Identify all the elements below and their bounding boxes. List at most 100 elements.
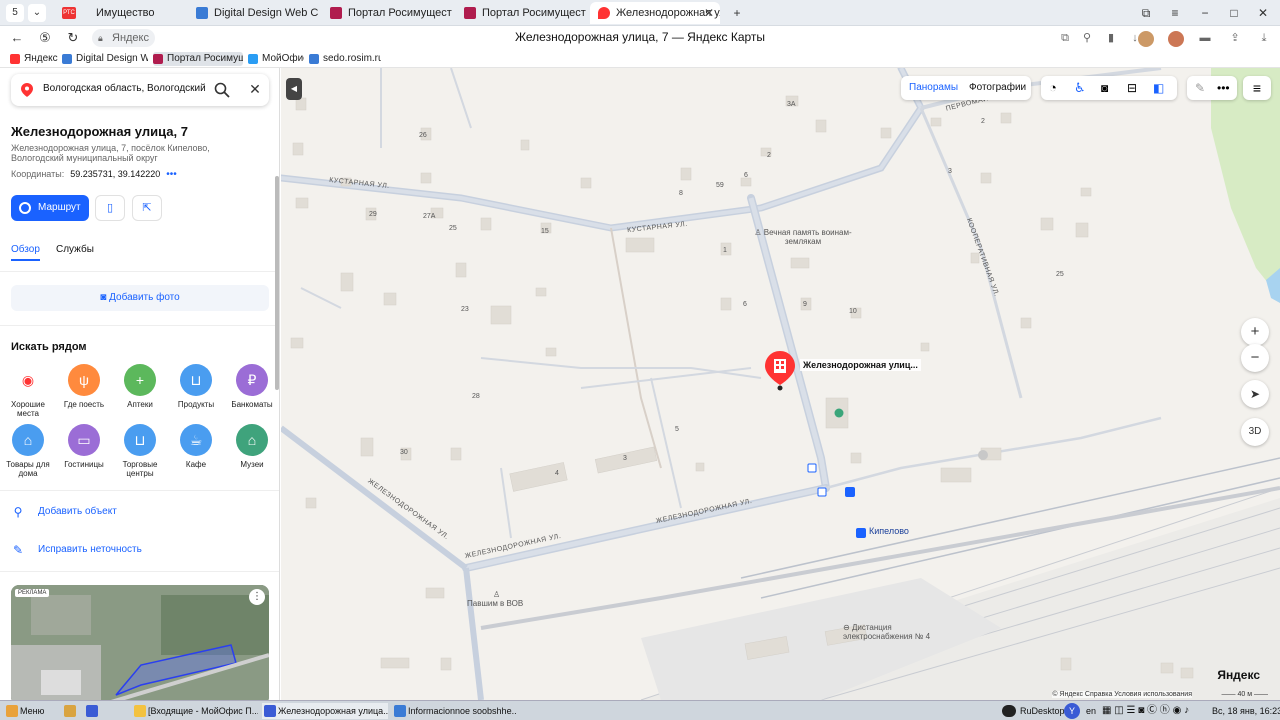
category-8[interactable]: ☕ Кафе: [170, 424, 222, 469]
mail-icon: [134, 705, 146, 717]
bookmark-myoffice[interactable]: МойОфис: [248, 52, 304, 66]
tab-label: Портал Росимущества: [482, 7, 586, 19]
new-tab-icon[interactable]: +: [728, 4, 746, 22]
share-place-button[interactable]: ⇱: [132, 195, 162, 221]
sidebar-scrollbar[interactable]: [275, 176, 279, 390]
translate-icon[interactable]: ⧉: [1058, 31, 1072, 45]
tab-imushchestvo[interactable]: РТС Имущество: [54, 2, 184, 24]
tab-portal-rosim-2[interactable]: Портал Росимущества: [456, 2, 586, 24]
house-number: 29: [369, 211, 377, 218]
category-1[interactable]: ψ Где поесть: [58, 364, 110, 409]
my-location-icon[interactable]: ➤: [1241, 380, 1269, 408]
category-2[interactable]: + Аптеки: [114, 364, 166, 409]
cap-icon[interactable]: ▬: [1198, 31, 1212, 45]
clock[interactable]: Вс, 18 янв, 16:23: [1212, 703, 1280, 719]
bookmark-sedo[interactable]: sedo.rosim.ru: [309, 52, 381, 66]
share-icon[interactable]: ⇪: [1228, 31, 1242, 45]
category-9[interactable]: ⌂ Музеи: [226, 424, 278, 469]
maximize-icon[interactable]: □: [1225, 4, 1243, 22]
category-icon: ⊔: [124, 424, 156, 456]
3d-button[interactable]: 3D: [1241, 418, 1269, 446]
tab-portal-rosim-1[interactable]: Портал Росимущества: [322, 2, 452, 24]
fallen-memorial-label[interactable]: ♙ Павшим в ВОВ: [467, 590, 523, 608]
extension-1-icon[interactable]: [1138, 31, 1154, 47]
ad-more-icon[interactable]: ⋮: [249, 589, 265, 605]
fix-error-link[interactable]: ✎ Исправить неточность: [11, 542, 142, 558]
house-number: 2: [981, 118, 985, 125]
bookmark-place-button[interactable]: ▯: [95, 195, 125, 221]
house-number: 23: [461, 306, 469, 313]
map-copyright[interactable]: © Яндекс Справка Условия использования: [1052, 691, 1192, 698]
browser-launcher-icon[interactable]: [84, 703, 104, 719]
collapse-sidebar-button[interactable]: ◀: [286, 78, 302, 100]
menu-icon[interactable]: ≡: [1166, 4, 1184, 22]
ad-banner[interactable]: РЕКЛАМА ⋮: [11, 585, 269, 700]
tab-counter[interactable]: 5: [6, 4, 24, 22]
main-menu-icon[interactable]: ≡: [1243, 76, 1271, 100]
task-browser[interactable]: Железнодорожная улица...: [262, 703, 388, 719]
house-number: 9: [803, 301, 807, 308]
coordinates: Координаты: 59.235731, 39.142220 •••: [11, 169, 177, 180]
traffic-icon[interactable]: ◔: [1049, 76, 1057, 100]
route-button[interactable]: Маршрут: [11, 195, 89, 221]
zoom-out-button[interactable]: −: [1241, 344, 1269, 372]
close-window-icon[interactable]: ✕: [1254, 4, 1272, 22]
search-box[interactable]: Вологодская область, Вологодский р ✕: [11, 74, 269, 106]
zoom-in-button[interactable]: +: [1241, 318, 1269, 346]
task-document[interactable]: Informacionnoe soobshhe...: [392, 703, 516, 719]
tab-services[interactable]: Службы: [56, 244, 94, 255]
map-canvas[interactable]: 3А 26 2 6 59 8 29 27А 25 15 1 6 9 10 3 25 23 28 5 30 4 3 2 КУС…: [281, 68, 1280, 700]
file-manager-icon[interactable]: [62, 703, 82, 719]
bookmark-digital-design[interactable]: Digital Design Web: [62, 52, 148, 66]
add-object-link[interactable]: ⚲ Добавить объект: [11, 504, 117, 520]
camera-icon[interactable]: ◙: [1101, 76, 1108, 100]
tabs-dropdown-icon[interactable]: ⌄: [28, 4, 46, 22]
rudesktop-tray[interactable]: RuDesktop: [1000, 703, 1066, 719]
substation-label[interactable]: ⊖ Дистанция электроснабжения № 4: [843, 623, 933, 641]
add-place-icon: ⚲: [13, 505, 23, 519]
photos-button[interactable]: Фотографии: [969, 76, 1026, 100]
yandex-tray-icon[interactable]: Y: [1064, 703, 1080, 719]
ruler-icon[interactable]: ✎: [1195, 76, 1205, 100]
selected-place-marker-icon[interactable]: [765, 351, 795, 385]
clear-search-icon[interactable]: ✕: [246, 81, 264, 99]
place-title: Железнодорожная улица, 7: [11, 124, 188, 139]
tab-overview[interactable]: Обзор: [11, 244, 40, 261]
category-6[interactable]: ▭ Гостиницы: [58, 424, 110, 469]
keyboard-lang[interactable]: en: [1086, 703, 1096, 719]
collections-icon[interactable]: ⧉: [1137, 4, 1155, 22]
category-7[interactable]: ⊔ Торговые центры: [114, 424, 166, 478]
marker-label[interactable]: Железнодорожная улиц...: [800, 359, 921, 371]
bookmark-rosim[interactable]: Портал Росимущ: [153, 52, 243, 66]
location-icon[interactable]: ⚲: [1080, 31, 1094, 45]
start-menu-button[interactable]: Меню: [4, 703, 60, 719]
extension-2-icon[interactable]: [1168, 31, 1184, 47]
search-input[interactable]: Вологодская область, Вологодский р: [43, 83, 207, 94]
tray-apps-icon[interactable]: ▦ ◫ ☰ ◙ Ⓒ ⓗ ◉ ♪: [1102, 703, 1189, 719]
category-3[interactable]: ⊔ Продукты: [170, 364, 222, 409]
layers-icon[interactable]: ◧: [1153, 76, 1164, 100]
minimize-icon[interactable]: −: [1196, 4, 1214, 22]
memorial-label[interactable]: ♙ Вечная память воинам-землякам: [753, 228, 853, 246]
coordinates-value[interactable]: 59.235731, 39.142220: [70, 169, 160, 179]
transport-person-icon[interactable]: ♿︎: [1074, 76, 1086, 100]
add-photo-button[interactable]: ◙ Добавить фото: [11, 285, 269, 311]
bus-icon[interactable]: ⊟: [1127, 76, 1137, 100]
category-4[interactable]: ₽ Банкоматы: [226, 364, 278, 409]
coordinates-more-icon[interactable]: •••: [166, 169, 177, 180]
more-icon[interactable]: •••: [1217, 76, 1230, 100]
search-icon[interactable]: [213, 81, 231, 99]
bookmark-yandex[interactable]: Яндекс: [10, 52, 58, 66]
task-myoffice-mail[interactable]: [Входящие - МойОфис П...: [132, 703, 258, 719]
category-0[interactable]: ◉ Хорошие места: [2, 364, 54, 418]
panoramas-button[interactable]: Панорамы: [909, 76, 958, 100]
station-label[interactable]: Кипелово: [857, 526, 909, 536]
category-5[interactable]: ⌂ Товары для дома: [2, 424, 54, 478]
monument-icon: ♙: [493, 590, 501, 599]
house-number: 1: [723, 247, 727, 254]
tab-digital-design[interactable]: Digital Design Web Client: [188, 2, 318, 24]
tab-yandex-maps[interactable]: Железнодорожная улица ✕: [590, 2, 720, 24]
bookmark-icon[interactable]: ▮: [1104, 31, 1118, 45]
downloads-icon[interactable]: ⤓: [1257, 31, 1271, 45]
close-tab-icon[interactable]: ✕: [704, 2, 714, 24]
